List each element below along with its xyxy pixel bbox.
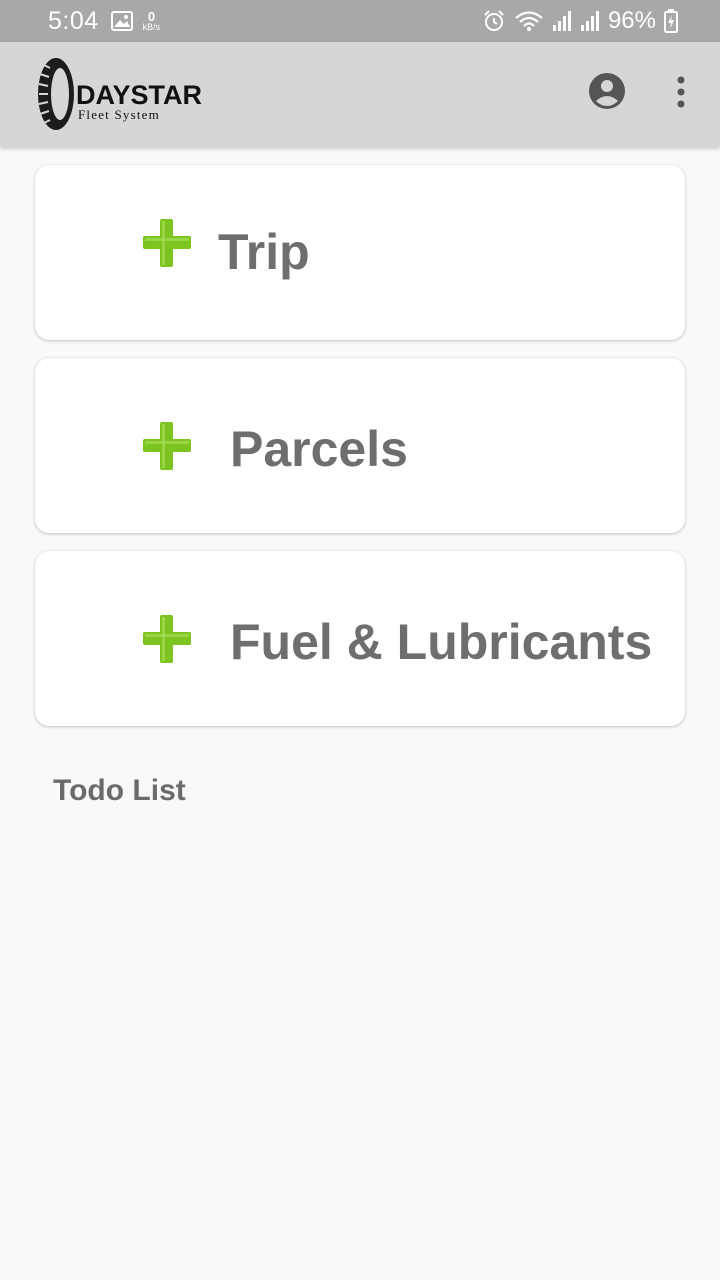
- alarm-icon: [482, 9, 506, 33]
- status-bar: 5:04 0 kB/s 96%: [0, 0, 720, 42]
- plus-icon: [143, 615, 191, 663]
- signal-icon: [552, 10, 572, 32]
- account-button[interactable]: [587, 71, 627, 111]
- battery-percent: 96%: [607, 7, 656, 34]
- net-speed: 0 kB/s: [143, 10, 161, 32]
- card-label-parcels: Parcels: [230, 421, 408, 477]
- tire-icon: [38, 58, 74, 130]
- status-right: 96%: [482, 7, 678, 35]
- card-fuel-lubricants[interactable]: Fuel & Lubricants: [35, 551, 685, 726]
- card-parcels[interactable]: Parcels: [35, 358, 685, 533]
- wifi-icon: [514, 9, 544, 33]
- status-time: 5:04: [48, 6, 99, 35]
- card-trip[interactable]: Trip: [35, 165, 685, 340]
- plus-icon: [143, 422, 191, 470]
- card-label-fuel-lubricants: Fuel & Lubricants: [230, 614, 653, 670]
- battery-charging-icon: [664, 9, 678, 33]
- plus-icon: [143, 219, 191, 267]
- gallery-icon: [110, 11, 133, 31]
- account-circle-icon: [589, 73, 625, 109]
- todo-list-title: Todo List: [53, 774, 186, 807]
- more-vert-icon: [677, 76, 685, 108]
- net-speed-unit: kB/s: [142, 22, 161, 32]
- signal-icon: [580, 10, 600, 32]
- app-logo: DAYSTAR Fleet System: [36, 56, 202, 132]
- logo-subtitle: Fleet System: [78, 107, 160, 122]
- card-label-trip: Trip: [218, 224, 310, 280]
- app-bar: DAYSTAR Fleet System: [0, 42, 720, 147]
- status-left: 5:04 0 kB/s: [48, 7, 160, 36]
- overflow-menu-button[interactable]: [666, 72, 696, 112]
